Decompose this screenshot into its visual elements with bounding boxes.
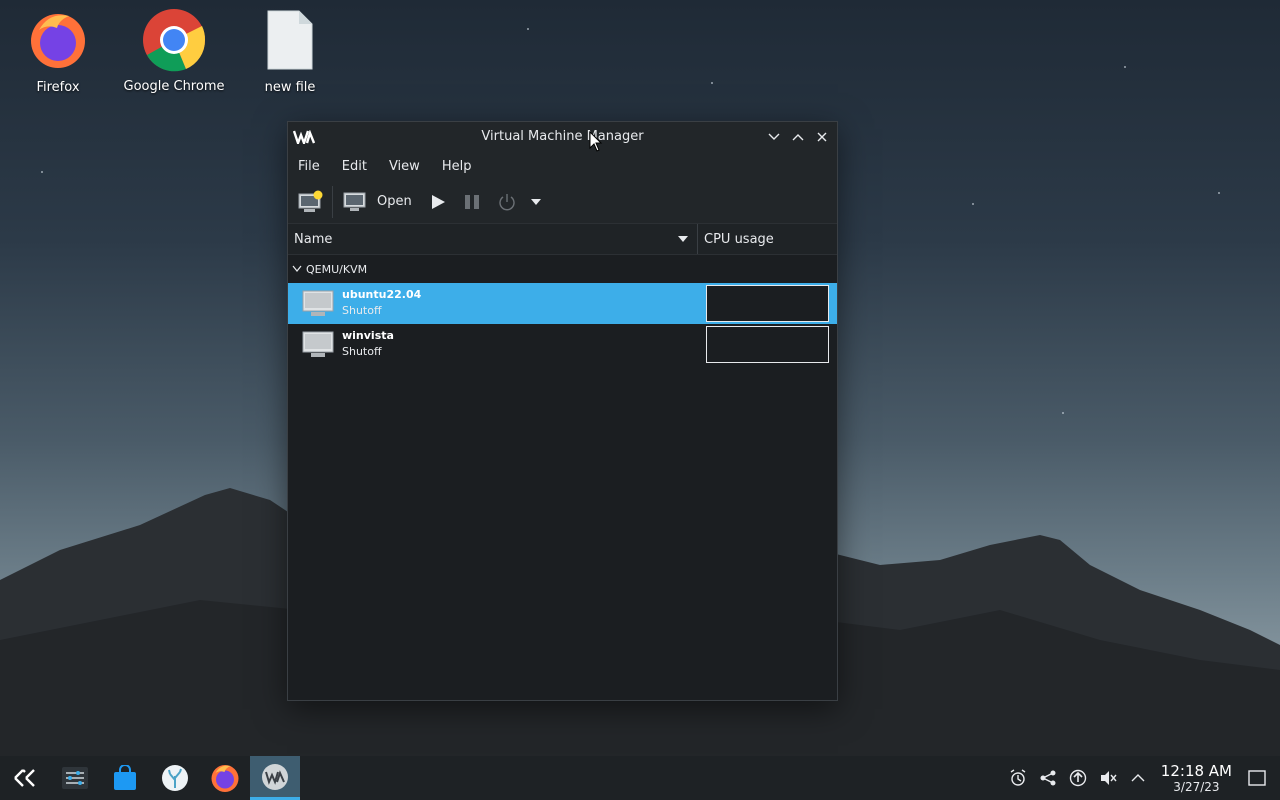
star bbox=[972, 203, 974, 205]
vm-row[interactable]: winvista Shutoff bbox=[288, 324, 837, 365]
chevron-down-icon bbox=[768, 133, 780, 140]
chrome-icon bbox=[143, 9, 206, 72]
clock-time: 12:18 AM bbox=[1160, 761, 1232, 780]
menu-help[interactable]: Help bbox=[442, 159, 472, 174]
cpu-usage-graph bbox=[706, 285, 829, 322]
tray-updates[interactable] bbox=[1063, 769, 1093, 787]
digital-clock[interactable]: 12:18 AM 3/27/23 bbox=[1160, 761, 1232, 794]
star bbox=[1062, 412, 1064, 414]
firefox-icon bbox=[211, 765, 239, 792]
open-button[interactable]: Open bbox=[343, 186, 430, 218]
toolbar-separator bbox=[332, 185, 333, 218]
window-title: Virtual Machine Manager bbox=[481, 129, 644, 144]
vm-state: Shutoff bbox=[342, 345, 382, 358]
taskbar-virt-manager[interactable] bbox=[250, 756, 300, 800]
menu-view[interactable]: View bbox=[389, 159, 420, 174]
new-vm-button[interactable] bbox=[298, 186, 324, 218]
show-desktop-icon bbox=[1248, 770, 1266, 786]
star bbox=[1124, 66, 1126, 68]
open-button-label: Open bbox=[377, 194, 412, 209]
play-icon bbox=[431, 194, 445, 209]
network-share-icon bbox=[1040, 770, 1056, 786]
power-icon bbox=[499, 193, 515, 210]
shutdown-menu-button[interactable] bbox=[530, 186, 542, 218]
close-button[interactable] bbox=[813, 128, 831, 146]
taskbar: 12:18 AM 3/27/23 bbox=[0, 756, 1280, 800]
volume-muted-icon bbox=[1100, 771, 1117, 785]
clock-date: 3/27/23 bbox=[1173, 779, 1220, 794]
vm-row[interactable]: ubuntu22.04 Shutoff bbox=[288, 283, 837, 324]
pause-icon bbox=[464, 194, 479, 209]
menu-file[interactable]: File bbox=[298, 159, 320, 174]
caret-down-icon bbox=[530, 198, 541, 205]
star bbox=[41, 171, 43, 173]
column-name-label: Name bbox=[294, 231, 333, 247]
tray-volume[interactable] bbox=[1093, 769, 1123, 787]
taskbar-system-settings[interactable] bbox=[50, 756, 100, 800]
star bbox=[527, 28, 529, 30]
vm-name: winvista bbox=[342, 329, 394, 342]
launcher-icon bbox=[14, 769, 35, 787]
system-tray: 12:18 AM 3/27/23 bbox=[1003, 756, 1280, 800]
vm-monitor-icon bbox=[302, 290, 334, 316]
pause-button[interactable] bbox=[464, 186, 480, 218]
desktop-icon-label: Google Chrome bbox=[123, 79, 225, 94]
tray-expand[interactable] bbox=[1123, 773, 1153, 783]
file-icon bbox=[267, 10, 313, 70]
taskbar-firefox[interactable] bbox=[200, 756, 250, 800]
tray-kde-connect[interactable] bbox=[1033, 769, 1063, 787]
toolbar: Open bbox=[288, 180, 837, 224]
minimize-button[interactable] bbox=[765, 128, 783, 146]
chevron-up-icon bbox=[1131, 774, 1145, 782]
cpu-usage-graph bbox=[706, 326, 829, 363]
run-button[interactable] bbox=[430, 186, 446, 218]
tray-notifications[interactable] bbox=[1003, 769, 1033, 787]
desktop-icon-label: Firefox bbox=[36, 80, 80, 95]
desktop-icon-firefox[interactable]: Firefox bbox=[3, 10, 113, 95]
mouse-cursor-icon bbox=[589, 131, 603, 152]
update-icon bbox=[1069, 769, 1086, 787]
connection-label: QEMU/KVM bbox=[306, 262, 368, 276]
new-vm-icon bbox=[298, 190, 323, 212]
virt-manager-window: Virtual Machine Manager File Edit View H… bbox=[287, 121, 838, 701]
application-launcher-button[interactable] bbox=[0, 756, 50, 800]
desktop-icon-google-chrome[interactable]: Google Chrome bbox=[119, 8, 229, 94]
taskbar-discover[interactable] bbox=[100, 756, 150, 800]
sort-caret-icon bbox=[678, 236, 688, 242]
chevron-down-icon bbox=[292, 265, 302, 272]
column-cpu-usage[interactable]: CPU usage bbox=[698, 224, 837, 254]
taskbar-app-coral[interactable] bbox=[150, 756, 200, 800]
column-cpu-label: CPU usage bbox=[704, 231, 774, 247]
coral-app-icon bbox=[162, 765, 188, 791]
chevron-up-icon bbox=[792, 134, 804, 141]
title-bar[interactable]: Virtual Machine Manager bbox=[288, 122, 837, 152]
vm-state: Shutoff bbox=[342, 304, 382, 317]
show-desktop-button[interactable] bbox=[1242, 770, 1272, 786]
virt-manager-icon bbox=[262, 763, 288, 790]
firefox-icon bbox=[31, 14, 85, 68]
maximize-button[interactable] bbox=[789, 128, 807, 146]
star bbox=[711, 82, 713, 84]
vm-monitor-icon bbox=[302, 331, 334, 357]
connection-group[interactable]: QEMU/KVM bbox=[288, 255, 837, 283]
desktop-icon-new-file[interactable]: new file bbox=[235, 10, 345, 95]
desktop-icon-label: new file bbox=[264, 80, 316, 95]
close-icon bbox=[817, 132, 827, 142]
star bbox=[1218, 192, 1220, 194]
menu-edit[interactable]: Edit bbox=[342, 159, 367, 174]
settings-icon bbox=[62, 767, 88, 789]
alarm-icon bbox=[1010, 769, 1026, 786]
column-header: Name CPU usage bbox=[288, 224, 837, 255]
shopping-bag-icon bbox=[114, 765, 136, 790]
vm-name: ubuntu22.04 bbox=[342, 288, 422, 301]
menu-bar: File Edit View Help bbox=[288, 152, 837, 180]
shutdown-button[interactable] bbox=[498, 186, 516, 218]
monitor-icon bbox=[343, 192, 366, 211]
column-name[interactable]: Name bbox=[288, 224, 698, 254]
